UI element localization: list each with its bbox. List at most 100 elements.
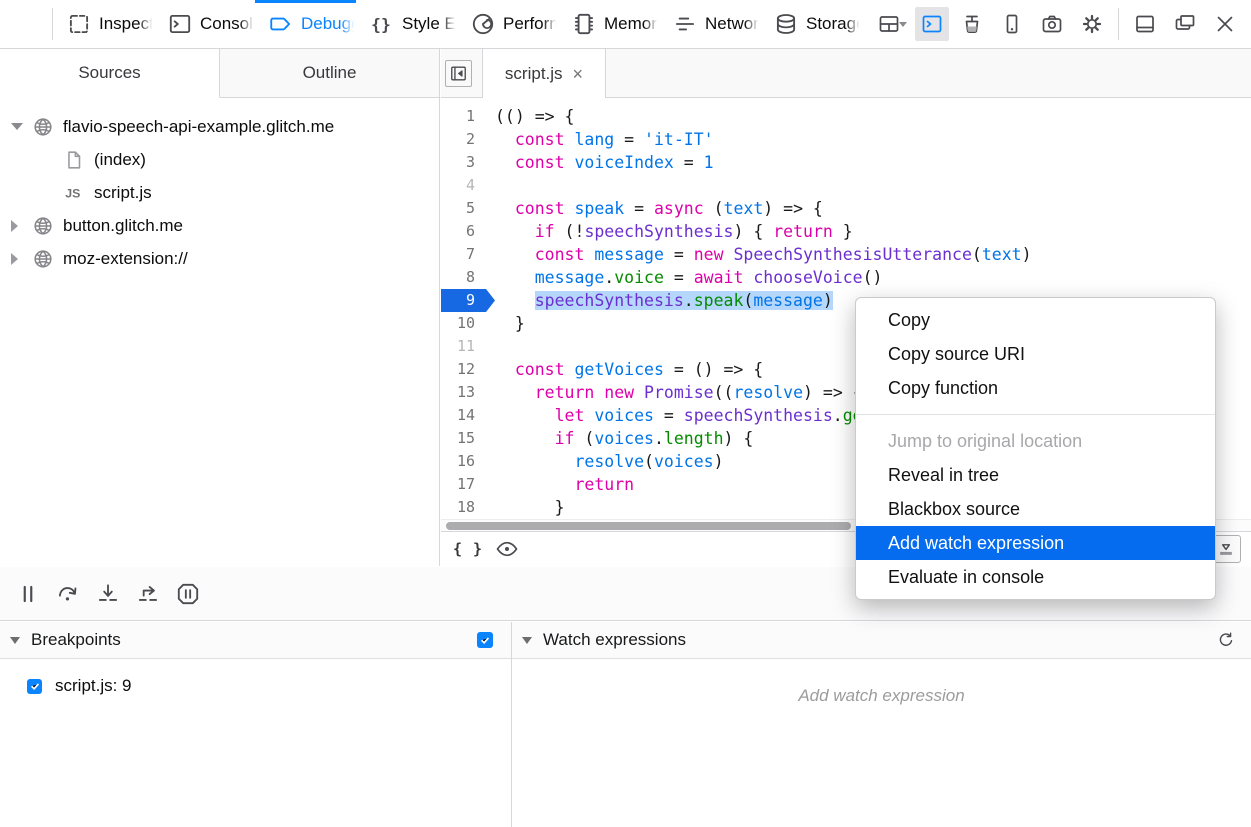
tab-console[interactable]: Console [154,0,255,48]
step-in-icon [95,581,121,607]
menu-item-blackbox-source[interactable]: Blackbox source [856,492,1215,526]
file-icon [63,149,85,171]
step-over-button[interactable] [48,574,88,614]
line-number[interactable]: 3 [441,151,487,174]
tree-item[interactable]: (index) [0,143,439,176]
line-number[interactable]: 8 [441,266,487,289]
code-line: 8 message.voice = await chooseVoice() [441,266,1251,289]
toolbar-separator [1118,8,1119,40]
tree-item[interactable]: moz-extension:// [0,242,439,275]
dock-side-options-button[interactable] [875,7,909,41]
breakpoint-checkbox[interactable] [27,679,42,694]
tab-network[interactable]: Network [659,0,760,48]
line-number[interactable]: 13 [441,381,487,404]
tab-memory[interactable]: Memory [558,0,659,48]
menu-item-add-watch-expression[interactable]: Add watch expression [856,526,1215,560]
editor-tab-bar: script.js × [441,49,1251,98]
code-line: 6 if (!speechSynthesis) { return } [441,220,1251,243]
horizontal-scrollbar-thumb[interactable] [446,522,851,530]
split-console-button[interactable] [915,7,949,41]
collapse-arrow-icon[interactable] [10,637,20,644]
menu-item-jump-to-original-location: Jump to original location [856,424,1215,458]
pause-on-exceptions-icon [175,581,201,607]
line-number[interactable]: 6 [441,220,487,243]
selected-code: speechSynthesis.speak(message) [535,291,833,310]
menu-item-copy-function[interactable]: Copy function [856,371,1215,405]
line-number[interactable]: 2 [441,128,487,151]
twisty-collapsed-icon[interactable] [11,220,23,232]
tab-inspector[interactable]: Inspector [53,0,154,48]
tab-label: Performance [503,14,558,34]
line-number[interactable]: 14 [441,404,487,427]
collapse-arrow-icon[interactable] [522,637,532,644]
refresh-icon[interactable] [1213,627,1239,653]
step-out-button[interactable] [128,574,168,614]
pause-on-exceptions-button[interactable] [168,574,208,614]
menu-item-reveal-in-tree[interactable]: Reveal in tree [856,458,1215,492]
breakpoints-header[interactable]: Breakpoints [0,622,511,659]
sidebar-tab-outline[interactable]: Outline [220,49,439,97]
menu-item-copy[interactable]: Copy [856,303,1215,337]
close-button[interactable] [1208,7,1242,41]
twisty-expanded-icon[interactable] [11,123,23,130]
collapse-panel-left-icon [449,64,468,83]
line-number[interactable]: 18 [441,496,487,519]
separate-window-button[interactable] [1168,7,1202,41]
code-line: 7 const message = new SpeechSynthesisUtt… [441,243,1251,266]
node-picker-button[interactable] [0,0,52,48]
watch-expressions-header[interactable]: Watch expressions [512,622,1251,659]
code-line-text: if (!speechSynthesis) { return } [495,220,853,243]
twisty-collapsed-icon[interactable] [11,253,23,265]
step-in-button[interactable] [88,574,128,614]
tab-storage[interactable]: Storage [760,0,861,48]
collapse-sources-pane-button[interactable] [445,60,472,87]
sources-tree: flavio-speech-api-example.glitch.me(inde… [0,98,439,275]
tab-debugger[interactable]: Debugger [255,0,356,48]
paint-bucket-button[interactable] [955,7,989,41]
step-out-icon [135,581,161,607]
breakpoint-line-marker[interactable]: 9 [441,289,495,312]
editor-tab-label: script.js [505,64,563,84]
line-number[interactable]: 11 [441,335,487,358]
breakpoint-item[interactable]: script.js: 9 [0,667,511,705]
settings-button[interactable] [1075,7,1109,41]
line-number[interactable]: 1 [441,105,487,128]
line-number[interactable]: 4 [441,174,487,197]
close-tab-icon[interactable]: × [573,65,584,83]
add-watch-expression-placeholder[interactable]: Add watch expression [512,686,1251,706]
menu-item-evaluate-in-console[interactable]: Evaluate in console [856,560,1215,594]
line-number[interactable]: 16 [441,450,487,473]
line-number[interactable]: 7 [441,243,487,266]
breakpoints-toggle-all-checkbox[interactable] [477,632,493,648]
editor-tab-scriptjs[interactable]: script.js × [482,49,606,98]
line-number[interactable]: 15 [441,427,487,450]
globe-icon [32,248,54,270]
tree-item[interactable]: flavio-speech-api-example.glitch.me [0,110,439,143]
globe-icon [32,116,54,138]
tab-style-editor[interactable]: {}Style Editor [356,0,457,48]
dock-bottom-button[interactable] [1128,7,1162,41]
sidebar-tab-sources[interactable]: Sources [0,49,220,98]
tab-performance[interactable]: Performance [457,0,558,48]
breakpoints-title: Breakpoints [31,630,121,650]
preview-eye-button[interactable] [495,537,519,561]
pause-button[interactable] [8,574,48,614]
responsive-design-button[interactable] [995,7,1029,41]
tree-item[interactable]: JSscript.js [0,176,439,209]
watch-expressions-title: Watch expressions [543,630,686,650]
line-number[interactable]: 5 [441,197,487,220]
line-number[interactable]: 10 [441,312,487,335]
tab-label: Network [705,14,760,34]
code-line: 1(() => { [441,105,1251,128]
dock-bottom-icon [1133,12,1157,36]
menu-separator [856,414,1215,415]
menu-item-copy-source-uri[interactable]: Copy source URI [856,337,1215,371]
pretty-print-button[interactable]: { } [453,540,483,558]
svg-text:{}: {} [371,15,391,34]
screenshot-button[interactable] [1035,7,1069,41]
line-number[interactable]: 12 [441,358,487,381]
tree-item[interactable]: button.glitch.me [0,209,439,242]
line-number[interactable]: 17 [441,473,487,496]
code-line: 2 const lang = 'it-IT' [441,128,1251,151]
performance-icon [470,11,496,37]
